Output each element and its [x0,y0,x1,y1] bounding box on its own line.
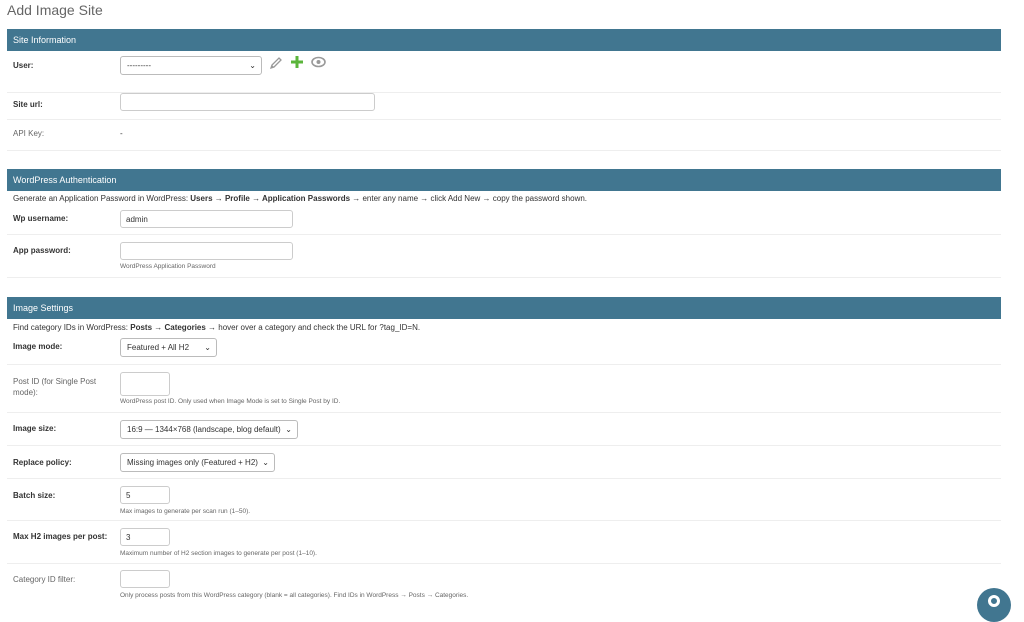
image-size-select-value: 16:9 — 1344×768 (landscape, blog default… [127,425,281,434]
desc-suffix: → hover over a category and check the UR… [205,323,421,332]
chevron-down-icon: ⌄ [285,425,292,434]
site-url-input[interactable] [120,93,375,111]
app-password-label: App password: [13,246,71,255]
replace-policy-select[interactable]: Missing images only (Featured + H2) ⌄ [120,453,275,472]
post-id-label-line1: Post ID (for Single Post [13,377,97,386]
image-mode-label: Image mode: [13,342,63,351]
user-select-value: --------- [127,61,151,70]
replace-policy-select-value: Missing images only (Featured + H2) [127,458,258,467]
api-key-row: API Key: - [7,120,1001,151]
chevron-down-icon: ⌄ [249,61,256,70]
chat-icon [988,595,1000,607]
user-row: User: --------- ⌄ [7,51,1001,93]
desc-prefix: Generate an Application Password in Word… [13,194,191,203]
category-filter-row: Category ID filter: Only process posts f… [7,564,1001,604]
wp-username-row: Wp username: [7,205,1001,235]
site-information-fieldset: Site Information User: --------- ⌄ Site … [7,29,1001,151]
desc-path: Posts → Categories [130,323,206,332]
wp-username-input[interactable] [120,210,293,228]
image-settings-fieldset: Image Settings Find category IDs in Word… [7,297,1001,606]
post-id-help: WordPress post ID. Only used when Image … [120,398,341,405]
user-select[interactable]: --------- ⌄ [120,56,262,75]
image-size-select[interactable]: 16:9 — 1344×768 (landscape, blog default… [120,420,298,439]
image-size-row: Image size: 16:9 — 1344×768 (landscape, … [7,413,1001,446]
wordpress-auth-header: WordPress Authentication [7,169,1001,191]
category-filter-help: Only process posts from this WordPress c… [120,592,469,599]
image-size-label: Image size: [13,424,57,433]
wordpress-auth-fieldset: WordPress Authentication Generate an App… [7,169,1001,278]
max-h2-help: Maximum number of H2 section images to g… [120,550,317,557]
post-id-label-line2: mode): [13,388,38,398]
desc-suffix: → enter any name → click Add New → copy … [350,194,588,203]
desc-path: Users → Profile → Application Passwords [190,194,351,203]
site-url-label: Site url: [13,100,43,109]
image-mode-select-value: Featured + All H2 [127,343,190,352]
post-id-label: Post ID (for Single Post mode): [13,376,96,398]
category-filter-input[interactable] [120,570,170,588]
image-mode-row: Image mode: Featured + All H2 ⌄ [7,335,1001,365]
replace-policy-row: Replace policy: Missing images only (Fea… [7,446,1001,479]
category-filter-label: Category ID filter: [13,575,76,584]
site-information-header: Site Information [7,29,1001,51]
batch-size-input[interactable] [120,486,170,504]
site-url-row: Site url: [7,93,1001,120]
max-h2-label: Max H2 images per post: [13,532,108,541]
app-password-input[interactable] [120,242,293,260]
post-id-row: Post ID (for Single Post mode): WordPres… [7,365,1001,413]
user-label: User: [13,61,34,70]
wordpress-auth-description: Generate an Application Password in Word… [7,194,593,204]
desc-prefix: Find category IDs in WordPress: [13,323,131,332]
replace-policy-label: Replace policy: [13,458,72,467]
app-password-row: App password: WordPress Application Pass… [7,235,1001,278]
page-title: Add Image Site [7,2,103,18]
plus-icon[interactable] [290,55,304,71]
image-settings-description: Find category IDs in WordPress: Posts → … [7,323,426,333]
api-key-value: - [120,129,123,138]
max-h2-row: Max H2 images per post: Maximum number o… [7,521,1001,564]
app-password-help: WordPress Application Password [120,263,216,270]
batch-size-row: Batch size: Max images to generate per s… [7,479,1001,521]
wp-username-label: Wp username: [13,214,69,223]
chat-widget-button[interactable] [977,588,1011,622]
chevron-down-icon: ⌄ [204,343,211,352]
image-settings-header: Image Settings [7,297,1001,319]
image-mode-select[interactable]: Featured + All H2 ⌄ [120,338,217,357]
pencil-icon[interactable] [269,56,283,72]
max-h2-input[interactable] [120,528,170,546]
api-key-label: API Key: [13,129,45,138]
batch-size-label: Batch size: [13,491,56,500]
post-id-input[interactable] [120,372,170,396]
batch-size-help: Max images to generate per scan run (1–5… [120,508,251,515]
chevron-down-icon: ⌄ [262,458,269,467]
eye-icon[interactable] [311,56,326,70]
